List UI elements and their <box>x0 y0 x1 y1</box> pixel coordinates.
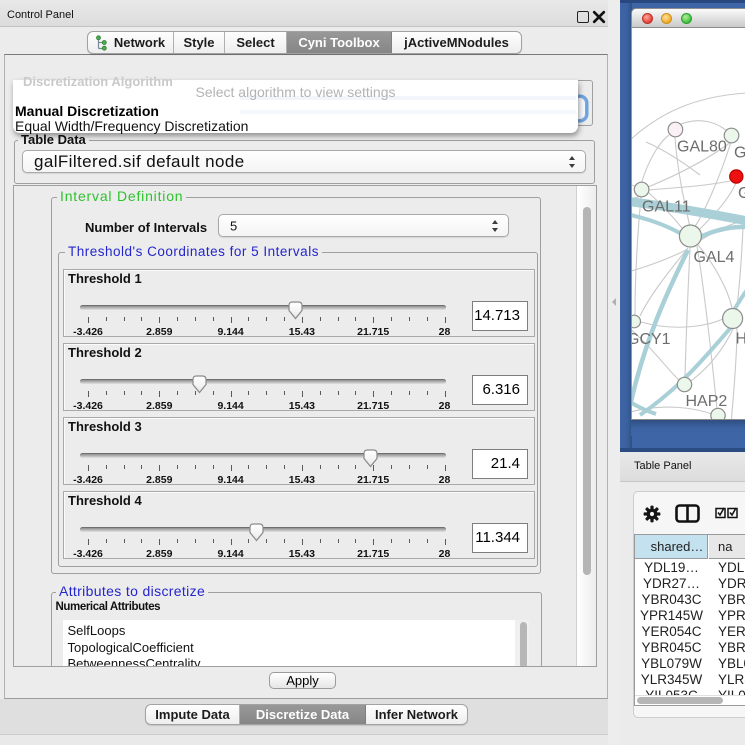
svg-text:GAL7: GAL7 <box>734 145 745 162</box>
svg-text:GAL80: GAL80 <box>677 139 727 156</box>
svg-text:HAP2: HAP2 <box>686 393 728 410</box>
svg-text:GAL11: GAL11 <box>642 199 691 216</box>
svg-text:HIS: HIS <box>736 331 745 348</box>
svg-text:GCY1: GCY1 <box>632 331 671 348</box>
svg-text:GAL: GAL <box>738 185 745 202</box>
svg-text:GAL4: GAL4 <box>694 249 735 266</box>
